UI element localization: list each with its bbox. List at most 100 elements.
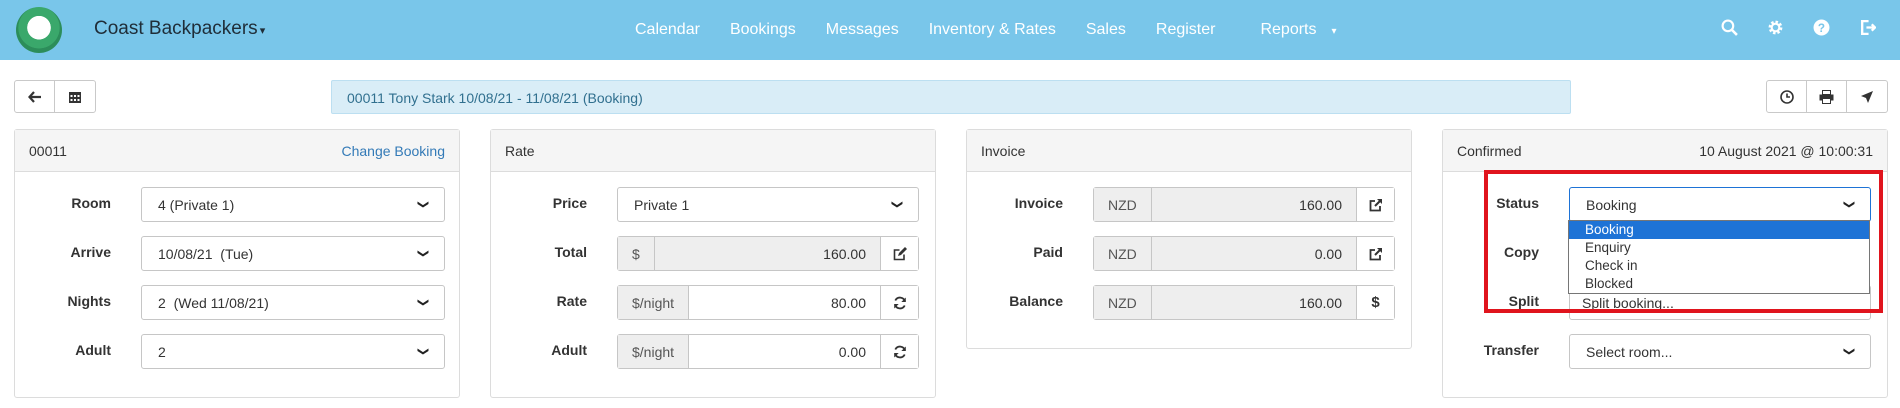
adult-value: 2 [158, 343, 166, 360]
refresh-rate-button[interactable] [880, 286, 918, 319]
adult-rate-field: $/night 0.00 [617, 334, 919, 369]
nav-reports[interactable]: Reports ▾ [1230, 21, 1351, 39]
total-addon: $ [618, 237, 655, 270]
total-field: $ 160.00 [617, 236, 919, 271]
open-invoice-button[interactable] [1356, 188, 1394, 221]
external-link-icon [1369, 198, 1382, 211]
total-row: Total $ 160.00 [491, 229, 935, 278]
adult-select[interactable]: 2 ❯ [141, 334, 445, 369]
nav-icons: ? [1706, 0, 1890, 60]
panel-header: Invoice [967, 130, 1411, 172]
calendar-icon [69, 91, 81, 103]
open-payments-button[interactable] [1356, 237, 1394, 270]
balance-row: Balance NZD 160.00 $ [967, 278, 1411, 327]
balance-label: Balance [1009, 293, 1063, 309]
search-icon[interactable] [1706, 19, 1752, 41]
arrive-value: 10/08/21 (Tue) [158, 245, 254, 262]
refresh-icon [893, 345, 906, 358]
adult-rate-addon: $/night [618, 335, 690, 368]
paid-value: 0.00 [1151, 237, 1356, 270]
price-label: Price [552, 195, 587, 211]
chevron-down-icon: ❯ [890, 199, 903, 210]
chevron-down-icon: ❯ [416, 346, 429, 357]
nights-select[interactable]: 2 (Wed 11/08/21) ❯ [141, 285, 445, 320]
arrive-row: Arrive 10/08/21 (Tue) ❯ [15, 229, 459, 278]
caret-down-icon: ▾ [1331, 26, 1337, 37]
transfer-placeholder: Select room... [1586, 343, 1673, 360]
invoice-value: 160.00 [1151, 188, 1356, 221]
booking-timestamp: 10 August 2021 @ 10:00:31 [1699, 142, 1873, 159]
print-icon [1819, 89, 1834, 104]
send-icon [1861, 90, 1873, 103]
balance-value: 160.00 [1151, 286, 1356, 319]
nav-sales[interactable]: Sales [1071, 21, 1141, 39]
caret-down-icon: ▾ [259, 25, 266, 37]
rate-row: Rate $/night 80.00 [491, 278, 935, 327]
room-select[interactable]: 4 (Private 1) ❯ [141, 187, 445, 222]
price-select[interactable]: Private 1 ❯ [617, 187, 919, 222]
edit-total-button[interactable] [880, 237, 918, 270]
chevron-down-icon: ❯ [416, 248, 429, 259]
print-button[interactable] [1807, 81, 1847, 112]
chevron-down-icon: ❯ [1842, 346, 1855, 357]
transfer-select[interactable]: Select room... ❯ [1569, 334, 1871, 369]
svg-text:?: ? [1817, 22, 1824, 35]
price-value: Private 1 [634, 196, 690, 213]
booking-info-bar: 00011 Tony Stark 10/08/21 - 11/08/21 (Bo… [331, 80, 1571, 114]
send-button[interactable] [1847, 81, 1887, 112]
property-name: Coast Backpackers [94, 18, 258, 39]
arrow-left-icon [27, 90, 41, 103]
nav-register[interactable]: Register [1141, 21, 1231, 39]
adult-rate-input[interactable]: 0.00 [689, 335, 880, 368]
adult-label: Adult [75, 342, 111, 358]
nights-label: Nights [67, 293, 111, 309]
property-selector[interactable]: Coast Backpackers ▾ [94, 18, 265, 40]
history-button[interactable] [1767, 81, 1807, 112]
panel-header: Confirmed 10 August 2021 @ 10:00:31 [1443, 130, 1887, 172]
gear-icon[interactable] [1752, 19, 1798, 41]
arrive-label: Arrive [70, 244, 111, 260]
room-row: Room 4 (Private 1) ❯ [15, 180, 459, 229]
clock-icon [1779, 89, 1794, 104]
nav-bookings[interactable]: Bookings [715, 21, 811, 39]
invoice-row: Invoice NZD 160.00 [967, 180, 1411, 229]
main-nav: Calendar Bookings Messages Inventory & R… [620, 0, 1352, 60]
total-value: 160.00 [654, 237, 880, 270]
chevron-down-icon: ❯ [416, 199, 429, 210]
calendar-button[interactable] [55, 81, 95, 112]
rate-input[interactable]: 80.00 [689, 286, 880, 319]
add-payment-button[interactable]: $ [1356, 286, 1394, 319]
chevron-down-icon: ❯ [416, 297, 429, 308]
booking-id: 00011 [29, 142, 67, 159]
nav-messages[interactable]: Messages [811, 21, 914, 39]
invoice-field: NZD 160.00 [1093, 187, 1395, 222]
change-booking-link[interactable]: Change Booking [341, 143, 445, 159]
room-label: Room [71, 195, 111, 211]
price-row: Price Private 1 ❯ [491, 180, 935, 229]
nights-value: 2 (Wed 11/08/21) [158, 294, 269, 311]
rate-label: Rate [556, 293, 587, 309]
nav-inventory-rates[interactable]: Inventory & Rates [914, 21, 1071, 39]
paid-row: Paid NZD 0.00 [967, 229, 1411, 278]
nav-calendar[interactable]: Calendar [620, 21, 715, 39]
edit-icon [893, 246, 907, 260]
nights-row: Nights 2 (Wed 11/08/21) ❯ [15, 278, 459, 327]
back-button[interactable] [15, 81, 55, 112]
total-label: Total [554, 244, 587, 260]
rate-addon: $/night [618, 286, 690, 319]
balance-currency: NZD [1094, 286, 1152, 319]
refresh-adult-rate-button[interactable] [880, 335, 918, 368]
help-icon[interactable]: ? [1798, 19, 1844, 41]
transfer-row: Transfer Select room... ❯ [1443, 327, 1887, 376]
logo-icon[interactable] [16, 7, 62, 53]
adult-rate-row: Adult $/night 0.00 [491, 327, 935, 376]
invoice-label: Invoice [1014, 195, 1063, 211]
booking-panel: 00011 Change Booking Room 4 (Private 1) ❯… [14, 129, 460, 398]
highlight-box [1484, 170, 1883, 313]
paid-field: NZD 0.00 [1093, 236, 1395, 271]
paid-label: Paid [1033, 244, 1063, 260]
refresh-icon [893, 296, 906, 309]
arrive-select[interactable]: 10/08/21 (Tue) ❯ [141, 236, 445, 271]
invoice-panel-title: Invoice [981, 142, 1026, 159]
logout-icon[interactable] [1844, 19, 1890, 41]
